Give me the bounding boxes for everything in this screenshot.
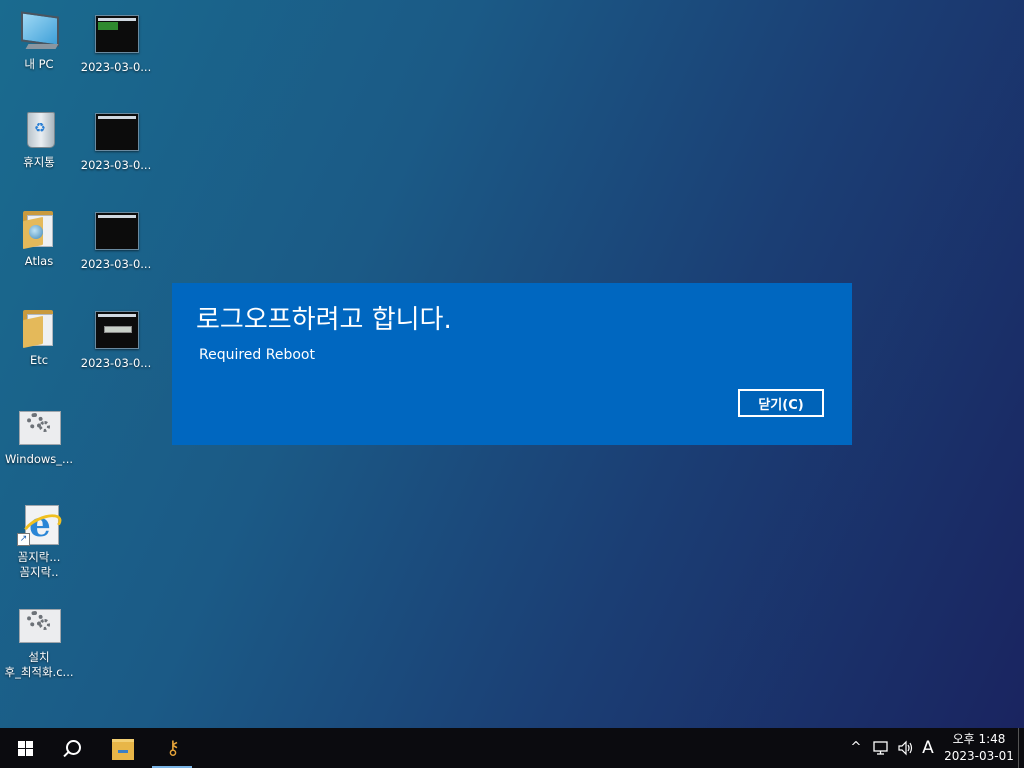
recycle-bin-icon: ♻: [15, 108, 63, 152]
windows-logo-icon: [18, 741, 33, 756]
desktop-icon-screenshot-4[interactable]: 2023-03-0...: [78, 309, 154, 371]
desktop-icon-label: Atlas: [24, 254, 54, 268]
desktop[interactable]: 내 PC ♻ 휴지통 Atlas Etc Windows_... e ↗ 꼼지락…: [0, 0, 1024, 728]
settings-file-icon: [15, 405, 63, 449]
desktop-icon-screenshot-1[interactable]: 2023-03-0...: [78, 13, 154, 75]
desktop-icon-label: 2023-03-0...: [80, 356, 152, 370]
desktop-icon-label: 2023-03-0...: [80, 158, 152, 172]
dialog-title: 로그오프하려고 합니다.: [196, 305, 452, 335]
keys-app-icon: ⚷: [166, 737, 180, 759]
volume-icon[interactable]: [895, 728, 917, 768]
start-button[interactable]: [2, 728, 46, 768]
clock-date[interactable]: 2023-03-01: [944, 748, 1014, 764]
desktop-icon-label-line2: 꼼지락..: [19, 565, 59, 579]
taskbar-keys-app[interactable]: ⚷: [152, 728, 192, 768]
image-thumbnail-icon: [92, 13, 140, 57]
desktop-icon-label: Etc: [29, 353, 49, 367]
close-button[interactable]: 닫기(C): [738, 389, 824, 417]
show-desktop-button[interactable]: [1018, 728, 1024, 768]
image-thumbnail-icon: [92, 309, 140, 353]
desktop-icon-label: 꼼지락...: [17, 550, 61, 564]
taskbar: ⚷ ^ A 오후 1:48 2023-03-01: [0, 728, 1024, 768]
search-button[interactable]: [50, 728, 94, 768]
file-explorer-icon: [112, 739, 134, 760]
image-thumbnail-icon: [92, 111, 140, 155]
folder-icon: [15, 306, 63, 350]
folder-icon: [15, 207, 63, 251]
network-icon[interactable]: [870, 728, 892, 768]
taskbar-file-explorer[interactable]: [100, 728, 144, 768]
internet-explorer-icon: e ↗: [15, 503, 66, 547]
desktop-icon-this-pc[interactable]: 내 PC: [1, 10, 77, 72]
clock-time[interactable]: 오후 1:48: [944, 731, 1014, 747]
dialog-message: Required Reboot: [199, 347, 315, 363]
computer-icon: [15, 10, 63, 54]
desktop-icon-label: 2023-03-0...: [80, 60, 152, 74]
desktop-icon-label: 내 PC: [24, 57, 54, 71]
desktop-icon-label: 설치: [28, 650, 50, 664]
desktop-icon-label-line2: 후_최적화.c...: [4, 665, 74, 679]
desktop-icon-label: Windows_...: [4, 452, 74, 466]
desktop-icon-label: 휴지통: [23, 155, 55, 169]
shortcut-arrow-icon: ↗: [17, 533, 30, 546]
desktop-icon-ie-shortcut[interactable]: e ↗ 꼼지락... 꼼지락..: [1, 503, 77, 580]
settings-file-icon: [15, 603, 63, 647]
image-thumbnail-icon: [92, 210, 140, 254]
desktop-icon-recycle-bin[interactable]: ♻ 휴지통: [1, 108, 77, 170]
sign-out-dialog: 로그오프하려고 합니다. Required Reboot 닫기(C): [172, 283, 852, 445]
desktop-icon-screenshot-2[interactable]: 2023-03-0...: [78, 111, 154, 173]
desktop-icon-windows-settings-file[interactable]: Windows_...: [1, 405, 77, 467]
desktop-icon-etc-folder[interactable]: Etc: [1, 306, 77, 368]
desktop-icon-atlas-folder[interactable]: Atlas: [1, 207, 77, 269]
desktop-icon-setup-optimization-file[interactable]: 설치 후_최적화.c...: [1, 603, 77, 680]
show-hidden-icons-chevron[interactable]: ^: [846, 728, 866, 768]
desktop-icon-label: 2023-03-0...: [80, 257, 152, 271]
desktop-icon-screenshot-3[interactable]: 2023-03-0...: [78, 210, 154, 272]
ime-indicator[interactable]: A: [918, 728, 938, 768]
